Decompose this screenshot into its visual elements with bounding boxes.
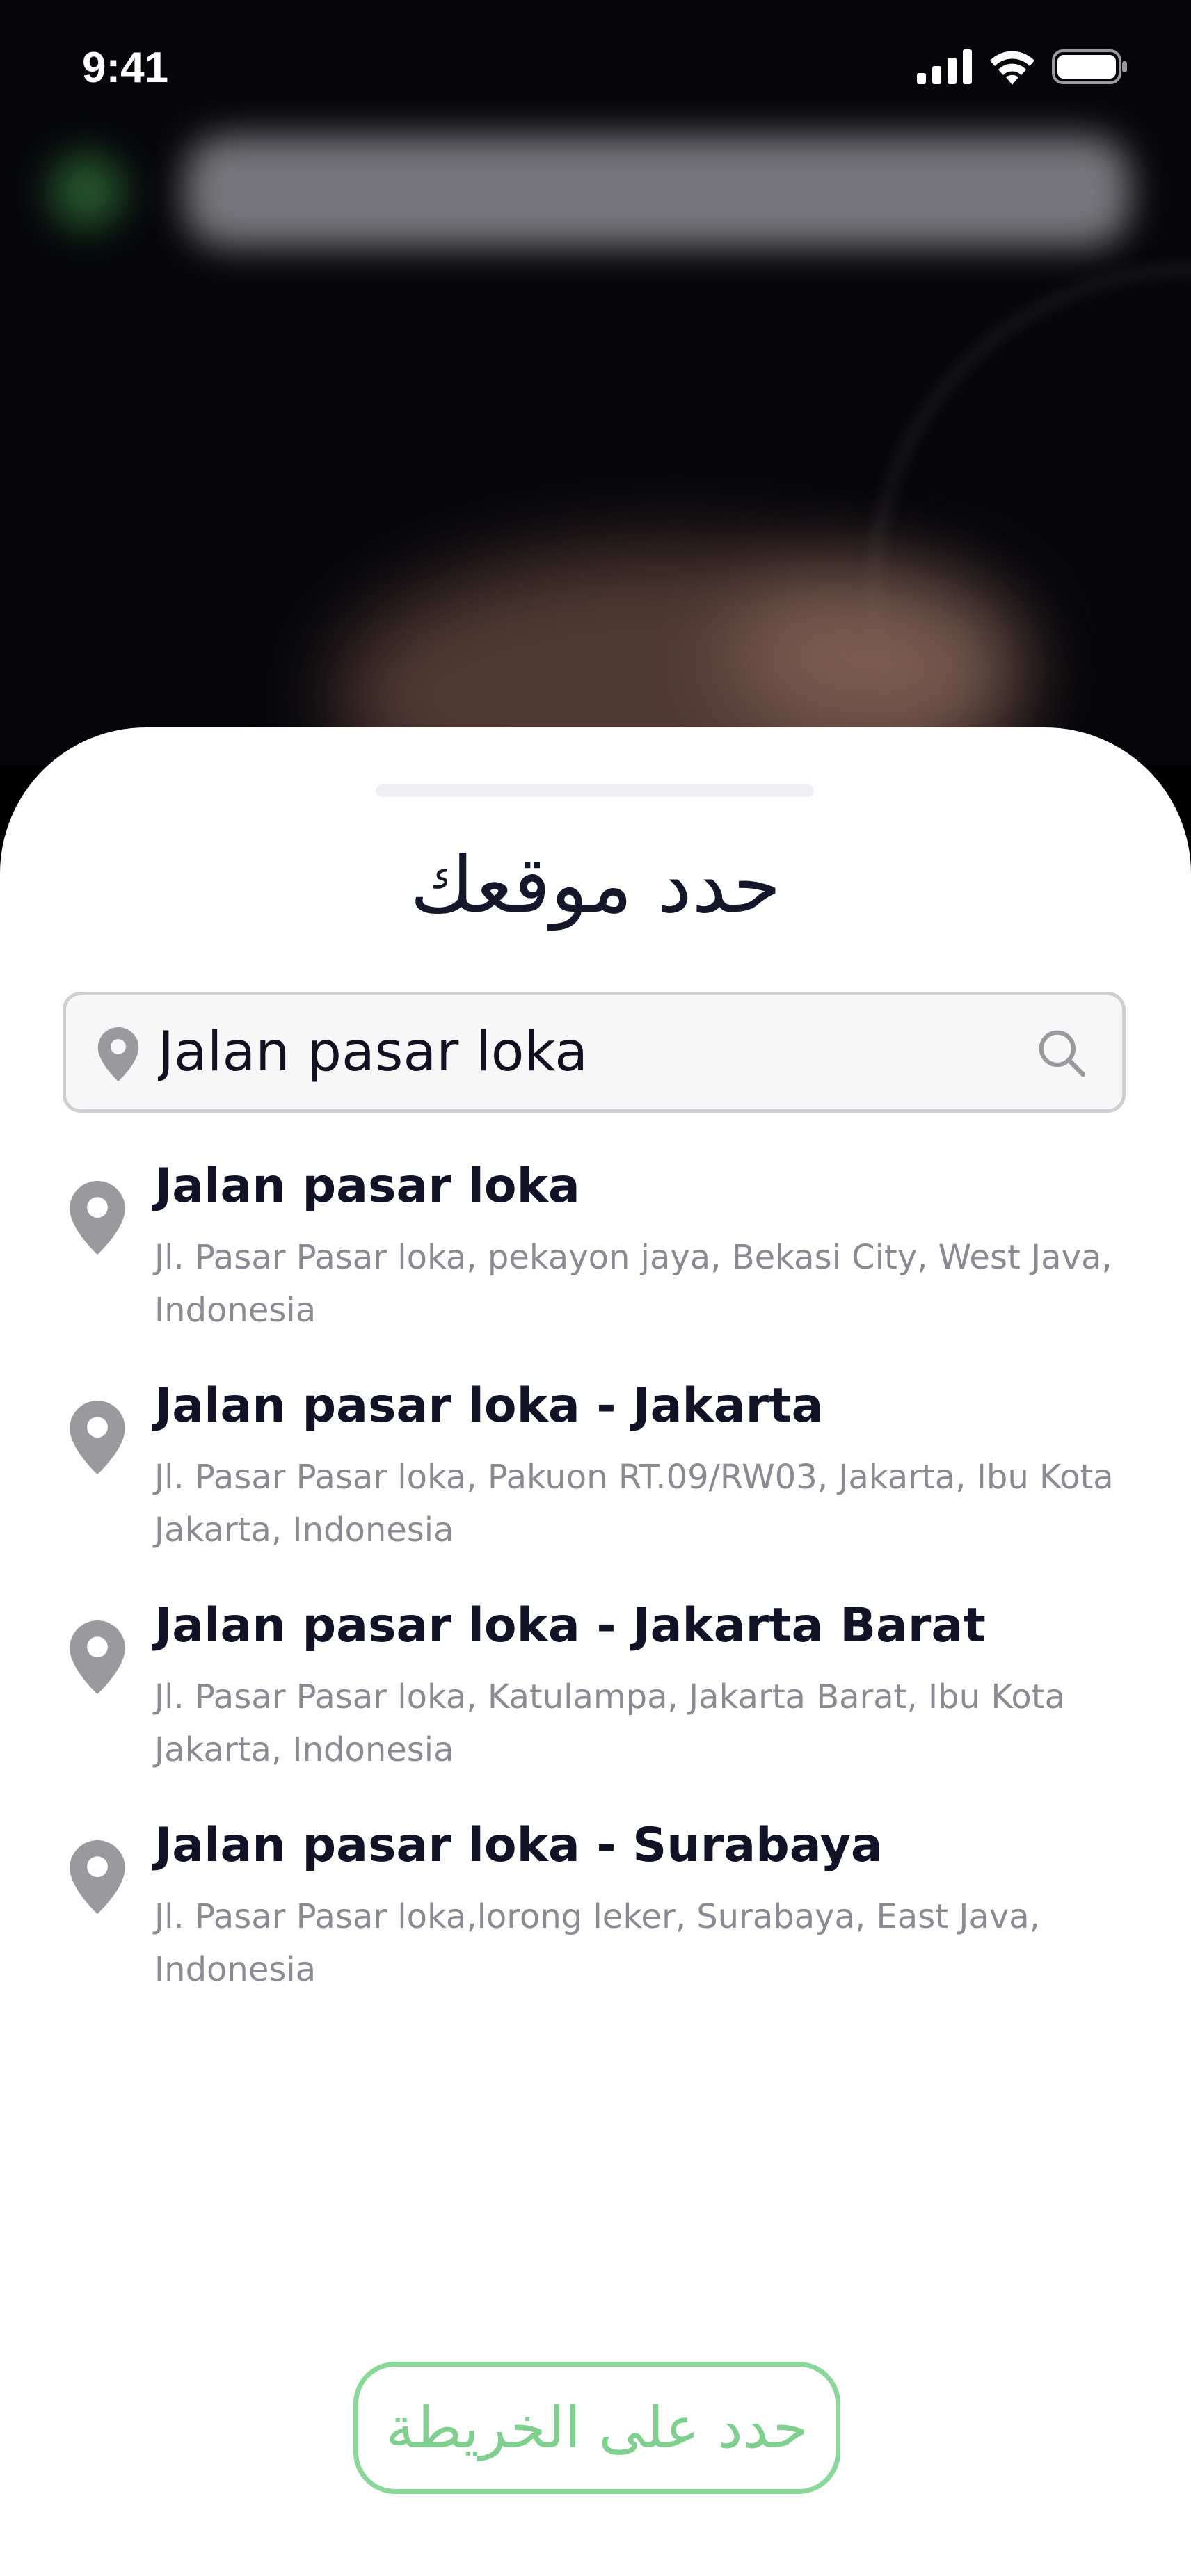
blurred-avatar <box>49 153 125 230</box>
sheet-grab-handle[interactable] <box>376 784 814 797</box>
location-pin-icon <box>70 1840 125 1914</box>
location-pin-icon <box>97 1027 139 1081</box>
location-pin-icon <box>70 1181 125 1255</box>
status-icons <box>917 49 1128 85</box>
list-item[interactable]: Jalan pasar loka Jl. Pasar Pasar loka, p… <box>0 1159 1191 1367</box>
location-bottom-sheet: حدد موقعك Jalan pasar loka Jl. Pasar Pas… <box>0 727 1191 2576</box>
result-address: Jl. Pasar Pasar loka,lorong leker, Surab… <box>154 1897 1040 1989</box>
battery-icon <box>1052 49 1127 84</box>
result-title: Jalan pasar loka - Jakarta <box>154 1378 824 1433</box>
signal-icon <box>917 49 972 84</box>
location-search-input[interactable] <box>158 1017 1007 1087</box>
result-title: Jalan pasar loka <box>154 1159 580 1214</box>
location-pin-icon <box>70 1401 125 1474</box>
sheet-title: حدد موقعك <box>410 840 781 931</box>
status-bar: 9:41 <box>0 0 1191 139</box>
list-item[interactable]: Jalan pasar loka - Jakarta Barat Jl. Pas… <box>0 1598 1191 1807</box>
location-search-box[interactable] <box>63 992 1126 1113</box>
result-address: Jl. Pasar Pasar loka, Katulampa, Jakarta… <box>154 1677 1066 1769</box>
blurred-photo-highlight <box>730 570 1023 737</box>
result-address: Jl. Pasar Pasar loka, Pakuon RT.09/RW03,… <box>154 1458 1114 1549</box>
search-icon[interactable] <box>1036 1027 1087 1079</box>
location-pin-icon <box>70 1620 125 1694</box>
list-item[interactable]: Jalan pasar loka - Jakarta Jl. Pasar Pas… <box>0 1378 1191 1587</box>
list-item[interactable]: Jalan pasar loka - Surabaya Jl. Pasar Pa… <box>0 1818 1191 2027</box>
wifi-icon <box>990 51 1034 85</box>
select-on-map-button[interactable]: حدد على الخريطة <box>353 2362 840 2494</box>
result-title: Jalan pasar loka - Jakarta Barat <box>154 1598 986 1653</box>
result-address: Jl. Pasar Pasar loka, pekayon jaya, Beka… <box>154 1238 1112 1330</box>
blurred-header-bar <box>184 136 1130 247</box>
status-time: 9:41 <box>82 44 169 92</box>
result-title: Jalan pasar loka - Surabaya <box>154 1818 883 1873</box>
